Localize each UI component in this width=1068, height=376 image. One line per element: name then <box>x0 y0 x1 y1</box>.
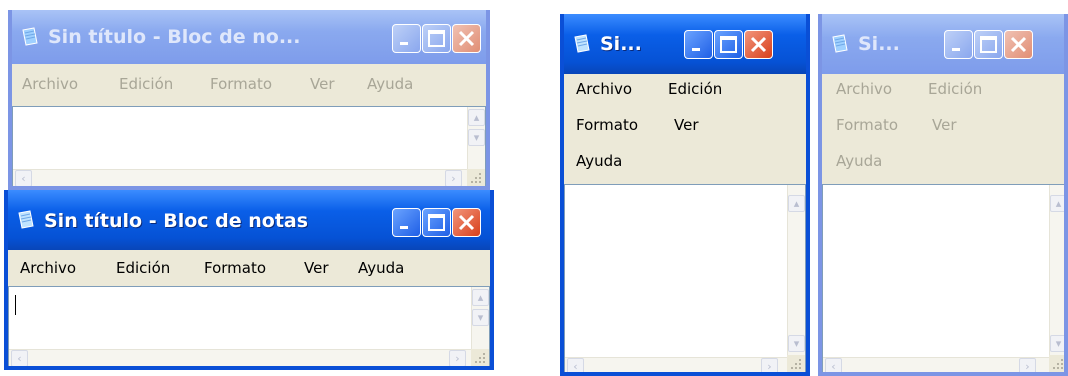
menu-archivo[interactable]: Archivo <box>22 75 78 93</box>
vertical-scrollbar[interactable]: ▴ ▾ <box>471 287 489 351</box>
close-icon <box>458 30 475 47</box>
scroll-down-arrow-icon[interactable]: ▾ <box>468 129 485 146</box>
menu-ayuda[interactable]: Ayuda <box>576 152 622 170</box>
menu-ver[interactable]: Ver <box>674 116 699 134</box>
text-area[interactable]: ▴ ▾ ‹ › <box>8 286 490 366</box>
minimize-button[interactable] <box>392 24 421 53</box>
window-title: Sin título - Bloc de notas <box>44 210 309 232</box>
close-button[interactable] <box>452 24 481 53</box>
close-icon <box>750 36 767 53</box>
maximize-icon <box>720 36 737 53</box>
text-area[interactable]: ▴ ▾ ‹ › <box>564 184 806 372</box>
menu-bar: Archivo Edición Formato Ver Ayuda <box>8 250 490 286</box>
notepad-icon <box>832 34 848 53</box>
notepad-window-2[interactable]: Sin título - Bloc de notas Archivo Edici… <box>4 190 494 370</box>
menu-formato[interactable]: Formato <box>576 116 638 134</box>
notepad-window-4[interactable]: Si... Archivo Edición Formato Ver Ayuda … <box>818 14 1068 376</box>
menu-formato[interactable]: Formato <box>204 259 266 277</box>
vertical-scrollbar[interactable]: ▴ ▾ <box>467 107 485 171</box>
menu-ver[interactable]: Ver <box>310 75 335 93</box>
scroll-right-arrow-icon[interactable]: › <box>445 170 462 186</box>
scroll-left-arrow-icon[interactable]: ‹ <box>15 170 32 186</box>
text-area[interactable]: ▴ ▾ ‹ › <box>12 106 486 186</box>
vertical-scrollbar[interactable]: ▴ ▾ <box>1049 185 1064 357</box>
maximize-icon <box>980 36 997 53</box>
horizontal-scrollbar[interactable]: ‹ › <box>9 349 471 366</box>
close-icon <box>1010 36 1027 53</box>
vertical-scrollbar[interactable]: ▴ ▾ <box>787 185 805 357</box>
title-bar[interactable]: Si... <box>564 14 806 74</box>
minimize-button[interactable] <box>944 30 973 59</box>
close-icon <box>458 214 475 231</box>
text-caret <box>15 295 16 315</box>
window-title: Sin título - Bloc de no... <box>48 26 301 48</box>
resize-grip-icon[interactable] <box>467 169 485 186</box>
menu-formato[interactable]: Formato <box>836 116 898 134</box>
maximize-icon <box>428 214 445 231</box>
menu-edicion[interactable]: Edición <box>928 80 982 98</box>
text-area[interactable]: ▴ ▾ ‹ › <box>822 184 1064 372</box>
scroll-left-arrow-icon[interactable]: ‹ <box>567 358 584 372</box>
maximize-button[interactable] <box>974 30 1003 59</box>
notepad-icon <box>22 27 38 46</box>
notepad-icon <box>18 210 34 229</box>
title-bar[interactable]: Sin título - Bloc de no... <box>12 10 486 64</box>
scroll-right-arrow-icon[interactable]: › <box>449 350 466 366</box>
notepad-window-1[interactable]: Sin título - Bloc de no... Archivo Edici… <box>8 10 490 190</box>
menu-bar: Archivo Edición Formato Ver Ayuda <box>822 74 1064 184</box>
close-button[interactable] <box>744 30 773 59</box>
scroll-right-arrow-icon[interactable]: › <box>761 358 778 372</box>
notepad-window-3[interactable]: Si... Archivo Edición Formato Ver Ayuda … <box>560 14 810 376</box>
menu-bar: Archivo Edición Formato Ver Ayuda <box>564 74 806 184</box>
menu-ver[interactable]: Ver <box>932 116 957 134</box>
scroll-left-arrow-icon[interactable]: ‹ <box>825 358 842 372</box>
horizontal-scrollbar[interactable]: ‹ › <box>565 357 787 372</box>
menu-edicion[interactable]: Edición <box>116 259 170 277</box>
horizontal-scrollbar[interactable]: ‹ › <box>13 169 467 186</box>
menu-ayuda[interactable]: Ayuda <box>367 75 413 93</box>
minimize-button[interactable] <box>392 208 421 237</box>
menu-edicion[interactable]: Edición <box>119 75 173 93</box>
menu-formato[interactable]: Formato <box>210 75 272 93</box>
minimize-icon <box>952 48 960 51</box>
close-button[interactable] <box>1004 30 1033 59</box>
scroll-down-arrow-icon[interactable]: ▾ <box>472 309 489 326</box>
maximize-icon <box>428 30 445 47</box>
title-bar[interactable]: Sin título - Bloc de notas <box>8 190 490 250</box>
scroll-right-arrow-icon[interactable]: › <box>1019 358 1036 372</box>
scroll-left-arrow-icon[interactable]: ‹ <box>11 350 28 366</box>
minimize-icon <box>400 42 408 45</box>
scroll-down-arrow-icon[interactable]: ▾ <box>1050 335 1064 352</box>
window-title: Si... <box>600 33 642 55</box>
menu-archivo[interactable]: Archivo <box>836 80 892 98</box>
resize-grip-icon[interactable] <box>1049 355 1064 372</box>
resize-grip-icon[interactable] <box>787 355 805 372</box>
maximize-button[interactable] <box>714 30 743 59</box>
menu-archivo[interactable]: Archivo <box>576 80 632 98</box>
minimize-icon <box>692 48 700 51</box>
menu-archivo[interactable]: Archivo <box>20 259 76 277</box>
menu-ayuda[interactable]: Ayuda <box>836 152 882 170</box>
menu-bar: Archivo Edición Formato Ver Ayuda <box>12 64 486 106</box>
menu-edicion[interactable]: Edición <box>668 80 722 98</box>
window-title: Si... <box>858 33 900 55</box>
menu-ver[interactable]: Ver <box>304 259 329 277</box>
menu-ayuda[interactable]: Ayuda <box>358 259 404 277</box>
minimize-button[interactable] <box>684 30 713 59</box>
maximize-button[interactable] <box>422 208 451 237</box>
resize-grip-icon[interactable] <box>471 349 489 366</box>
scroll-up-arrow-icon[interactable]: ▴ <box>788 195 805 212</box>
horizontal-scrollbar[interactable]: ‹ › <box>823 357 1049 372</box>
minimize-icon <box>400 226 408 229</box>
scroll-up-arrow-icon[interactable]: ▴ <box>468 109 485 126</box>
scroll-down-arrow-icon[interactable]: ▾ <box>788 335 805 352</box>
maximize-button[interactable] <box>422 24 451 53</box>
close-button[interactable] <box>452 208 481 237</box>
scroll-up-arrow-icon[interactable]: ▴ <box>472 289 489 306</box>
scroll-up-arrow-icon[interactable]: ▴ <box>1050 195 1064 212</box>
title-bar[interactable]: Si... <box>822 14 1064 74</box>
notepad-icon <box>574 34 590 53</box>
